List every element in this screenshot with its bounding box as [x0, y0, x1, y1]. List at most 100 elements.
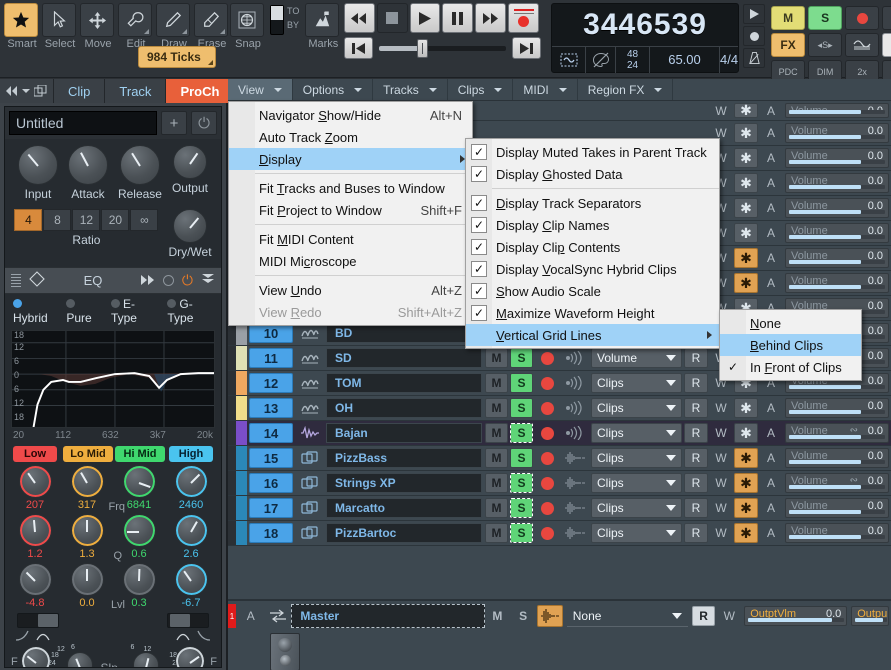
- menu-item-grid-in-front-of-clips[interactable]: ✓ In Front of Clips: [720, 356, 861, 378]
- fx-button[interactable]: ✱: [734, 273, 758, 293]
- vertical-grid-lines-submenu[interactable]: None Behind Clips ✓ In Front of Clips: [719, 309, 862, 381]
- scrub-bar[interactable]: [344, 37, 541, 59]
- track-number[interactable]: 11: [249, 348, 293, 368]
- global-freeze-button[interactable]: F: [882, 33, 891, 57]
- marks-flag-icon[interactable]: [305, 3, 340, 37]
- knob-attack[interactable]: Attack: [67, 145, 108, 201]
- automation-button[interactable]: A: [759, 521, 783, 545]
- track-mode-select[interactable]: Clips: [591, 398, 682, 418]
- track-name[interactable]: Strings XP: [326, 473, 482, 493]
- menu-regionfx[interactable]: Region FX: [578, 79, 674, 100]
- master-mute-button[interactable]: M: [485, 604, 511, 628]
- solo-button[interactable]: S: [510, 473, 533, 493]
- fx-button[interactable]: ✱: [734, 248, 758, 268]
- mute-button[interactable]: M: [485, 423, 508, 443]
- power-button[interactable]: ⏻: [191, 111, 217, 135]
- eq-lvl-high[interactable]: -6.7: [167, 563, 215, 609]
- time-display-panel[interactable]: 3446539 48 24 65.00 4/4: [551, 3, 740, 73]
- automation-button[interactable]: A: [759, 271, 783, 295]
- knob-output[interactable]: Output: [172, 145, 208, 201]
- read-button[interactable]: R: [684, 423, 708, 443]
- fx-button[interactable]: ✱: [734, 173, 758, 193]
- fx-button[interactable]: ✱: [734, 398, 758, 418]
- tempo-display[interactable]: 65.00: [650, 46, 720, 73]
- record-arm-button[interactable]: [534, 446, 560, 470]
- fx-button[interactable]: ✱: [734, 223, 758, 243]
- menu-item-fit-project[interactable]: Fit Project to Window Shift+F: [229, 199, 472, 221]
- read-button[interactable]: R: [684, 348, 708, 368]
- track-number[interactable]: 16: [249, 473, 293, 493]
- write-button[interactable]: W: [709, 471, 733, 495]
- read-button[interactable]: R: [684, 373, 708, 393]
- track-mode-select[interactable]: Volume: [591, 348, 682, 368]
- volume-control[interactable]: Volume0.0: [785, 148, 889, 168]
- menu-item-fit-tracks-buses[interactable]: Fit Tracks and Buses to WindowF: [229, 177, 479, 199]
- volume-control[interactable]: Volume0.0: [785, 498, 889, 518]
- mute-button[interactable]: M: [485, 473, 508, 493]
- tool-edit[interactable]: Edit: [118, 3, 154, 50]
- read-button[interactable]: R: [684, 523, 708, 543]
- checkbox-checked-icon[interactable]: ✓: [471, 144, 487, 160]
- track-mode-select[interactable]: Clips: [591, 473, 682, 493]
- menu-item-maximize-waveform-height[interactable]: ✓ Maximize Waveform Height: [466, 302, 719, 324]
- global-fx-button[interactable]: FX: [771, 33, 806, 57]
- tool-erase[interactable]: Erase: [194, 3, 230, 50]
- global-automation-button[interactable]: [845, 33, 880, 57]
- eq-mode-pure[interactable]: Pure: [66, 297, 101, 325]
- master-volume-control-2[interactable]: Outpu: [851, 606, 889, 626]
- menu-item-auto-track-zoom[interactable]: Auto Track Zoom: [229, 126, 472, 148]
- global-solo-button[interactable]: S: [808, 6, 843, 30]
- eq-freq-high[interactable]: 2460: [167, 465, 215, 511]
- pencil-icon[interactable]: [156, 3, 190, 37]
- automation-button[interactable]: A: [759, 101, 783, 120]
- table-row[interactable]: 14 Bajan M S Clips R W ✱ A Volume ∾ 0.0: [228, 421, 891, 446]
- mute-button[interactable]: M: [485, 373, 508, 393]
- volume-control[interactable]: Volume0.0: [785, 173, 889, 193]
- track-mode-select[interactable]: Clips: [591, 448, 682, 468]
- mute-button[interactable]: M: [485, 448, 508, 468]
- track-name[interactable]: Bajan: [326, 423, 482, 443]
- master-write-button[interactable]: W: [716, 604, 742, 628]
- eq-freq-himid[interactable]: 6841: [115, 465, 163, 511]
- automation-button[interactable]: A: [759, 121, 783, 145]
- track-number[interactable]: 10: [249, 323, 293, 343]
- checkbox-checked-icon[interactable]: ✓: [725, 359, 741, 375]
- table-row[interactable]: 18 PizzBartoc M S Clips R W ✱ A Volume 0.…: [228, 521, 891, 546]
- preset-name-input[interactable]: Untitled: [9, 111, 157, 135]
- checkbox-checked-icon[interactable]: ✓: [471, 166, 487, 182]
- eq-bypass-dot[interactable]: [162, 275, 174, 286]
- eq-lvl-low[interactable]: -4.8: [11, 563, 59, 609]
- track-number[interactable]: 18: [249, 523, 293, 543]
- read-button[interactable]: R: [684, 498, 708, 518]
- eq-power-icon[interactable]: ⏻: [182, 272, 193, 289]
- eq-module-header[interactable]: EQ ⏻: [5, 267, 221, 294]
- rack-tab-proch[interactable]: ProCh: [166, 79, 235, 103]
- automation-button[interactable]: A: [759, 446, 783, 470]
- tool-smart[interactable]: Smart: [4, 3, 40, 50]
- eq-mode-etype[interactable]: E-Type: [110, 297, 157, 325]
- fx-button[interactable]: ✱: [734, 198, 758, 218]
- global-arm-button[interactable]: [882, 6, 891, 30]
- menu-tracks[interactable]: Tracks: [373, 79, 448, 100]
- rack-tab-track[interactable]: Track: [105, 79, 167, 103]
- automation-button[interactable]: A: [759, 196, 783, 220]
- read-button[interactable]: R: [684, 448, 708, 468]
- eq-lvl-lomid[interactable]: 0.0 Lvl: [63, 563, 125, 611]
- menu-item-navigator-show-hide[interactable]: Navigator Show/Hide Alt+N: [229, 104, 472, 126]
- track-mode-select[interactable]: Clips: [591, 423, 682, 443]
- menu-item-grid-none[interactable]: None: [720, 312, 861, 334]
- tool-draw[interactable]: Draw: [156, 3, 192, 50]
- automation-button[interactable]: A: [759, 246, 783, 270]
- knob-release[interactable]: Release: [118, 145, 162, 201]
- track-number[interactable]: 15: [249, 448, 293, 468]
- table-row[interactable]: 16 Strings XP M S Clips R W ✱ A Volume ∾ 0…: [228, 471, 891, 496]
- checkbox-checked-icon[interactable]: ✓: [471, 283, 487, 299]
- hp-slope[interactable]: 12 6 18 24 30 36 42 48: [48, 644, 101, 667]
- menu-view[interactable]: View: [228, 79, 293, 100]
- checkbox-unchecked-icon[interactable]: [471, 327, 487, 343]
- lp-shape-toggle[interactable]: [167, 613, 209, 628]
- eq-band-low[interactable]: Low: [11, 446, 59, 462]
- audio-engine-icon[interactable]: [552, 46, 586, 73]
- menu-item-display-vocalsync-hybrid-clips[interactable]: ✓ Display VocalSync Hybrid Clips: [466, 258, 719, 280]
- volume-control[interactable]: Volume∾0.0: [785, 423, 889, 443]
